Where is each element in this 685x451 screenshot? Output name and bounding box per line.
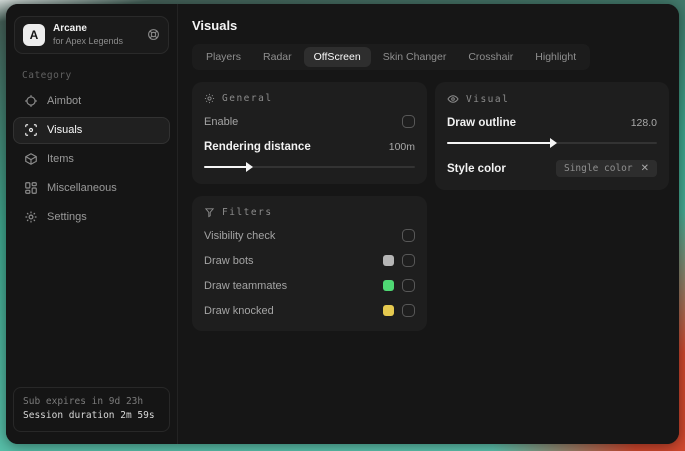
tab-highlight[interactable]: Highlight <box>525 47 586 67</box>
sidebar: A Arcane for Apex Legends Category Aimbo… <box>6 4 178 444</box>
filters-card: Filters Visibility check Draw bots Draw … <box>192 196 427 331</box>
tab-skin-changer[interactable]: Skin Changer <box>373 47 457 67</box>
tab-players[interactable]: Players <box>196 47 251 67</box>
draw-knocked-row: Draw knocked <box>204 303 415 318</box>
sidebar-item-label: Visuals <box>47 124 83 137</box>
visibility-check-label: Visibility check <box>204 229 276 242</box>
funnel-icon <box>204 207 215 218</box>
filters-card-title: Filters <box>222 207 273 218</box>
sidebar-item-aimbot[interactable]: Aimbot <box>13 88 170 115</box>
sidebar-item-miscellaneous[interactable]: Miscellaneous <box>13 175 170 202</box>
crosshair-icon <box>24 94 38 108</box>
sun-icon <box>204 93 215 104</box>
visibility-check-checkbox[interactable] <box>402 229 415 242</box>
general-card-title: General <box>222 93 273 104</box>
rendering-distance-label: Rendering distance <box>204 140 311 153</box>
sidebar-item-label: Aimbot <box>47 95 82 108</box>
sidebar-item-label: Items <box>47 153 74 166</box>
style-color-chip[interactable]: Single color ✕ <box>555 160 657 177</box>
tab-radar[interactable]: Radar <box>253 47 302 67</box>
draw-outline-slider[interactable] <box>447 138 657 148</box>
enable-checkbox[interactable] <box>402 115 415 128</box>
scan-eye-icon <box>24 123 38 137</box>
session-duration-text: Session duration 2m 59s <box>23 410 155 422</box>
draw-outline-label: Draw outline <box>447 116 517 129</box>
app-meta: Arcane for Apex Legends <box>53 23 123 47</box>
app-title: Arcane <box>53 23 87 34</box>
style-color-label: Style color <box>447 162 506 175</box>
draw-bots-color-swatch[interactable] <box>383 255 394 266</box>
rendering-distance-slider[interactable] <box>204 162 415 172</box>
draw-bots-checkbox[interactable] <box>402 254 415 267</box>
right-column: Visual Draw outline 128.0 Style color Si… <box>435 82 669 190</box>
draw-teammates-checkbox[interactable] <box>402 279 415 292</box>
draw-knocked-label: Draw knocked <box>204 304 274 317</box>
eye-icon <box>447 93 459 105</box>
slider-fill <box>204 166 249 168</box>
category-label: Category <box>22 69 72 81</box>
chip-close-icon[interactable]: ✕ <box>641 163 649 174</box>
draw-outline-value: 128.0 <box>630 116 657 129</box>
draw-knocked-color-swatch[interactable] <box>383 305 394 316</box>
draw-teammates-label: Draw teammates <box>204 279 288 292</box>
visual-card-title: Visual <box>466 93 510 105</box>
visual-card-header: Visual <box>447 93 657 105</box>
filters-card-header: Filters <box>204 207 415 218</box>
subscription-info: Sub expires in 9d 23h Session duration 2… <box>13 386 170 432</box>
draw-bots-row: Draw bots <box>204 253 415 268</box>
draw-outline-row: Draw outline 128.0 <box>447 115 657 130</box>
sidebar-item-label: Miscellaneous <box>47 182 117 195</box>
general-card: General Enable Rendering distance 100m <box>192 82 427 184</box>
page-title: Visuals <box>192 18 238 33</box>
box-icon <box>24 152 38 166</box>
sidebar-item-settings[interactable]: Settings <box>13 204 170 231</box>
general-card-header: General <box>204 93 415 104</box>
app-window: A Arcane for Apex Legends Category Aimbo… <box>6 4 679 444</box>
slider-fill <box>447 142 552 144</box>
main-panel: Visuals Players Radar OffScreen Skin Cha… <box>178 4 679 444</box>
layout-icon <box>24 181 38 195</box>
style-color-chip-label: Single color <box>563 163 633 174</box>
gear-icon <box>24 210 38 224</box>
sub-expires-text: Sub expires in 9d 23h <box>23 395 144 407</box>
tab-crosshair[interactable]: Crosshair <box>458 47 523 67</box>
sidebar-item-label: Settings <box>47 211 87 224</box>
visibility-check-row: Visibility check <box>204 228 415 243</box>
tab-offscreen[interactable]: OffScreen <box>303 47 371 67</box>
slider-thumb[interactable] <box>246 162 254 172</box>
sidebar-nav: Aimbot Visuals Items Miscellaneous Setti… <box>13 88 170 231</box>
rendering-distance-value: 100m <box>388 140 415 153</box>
sidebar-item-visuals[interactable]: Visuals <box>13 116 170 144</box>
rendering-distance-row: Rendering distance 100m <box>204 139 415 154</box>
app-header-card: A Arcane for Apex Legends <box>14 16 169 54</box>
content-area: General Enable Rendering distance 100m F… <box>192 82 669 331</box>
app-subtitle: for Apex Legends <box>53 35 124 46</box>
sidebar-item-items[interactable]: Items <box>13 146 170 173</box>
draw-teammates-row: Draw teammates <box>204 278 415 293</box>
draw-teammates-color-swatch[interactable] <box>383 280 394 291</box>
style-color-row: Style color Single color ✕ <box>447 160 657 177</box>
enable-row: Enable <box>204 114 415 129</box>
left-column: General Enable Rendering distance 100m F… <box>192 82 427 331</box>
draw-knocked-checkbox[interactable] <box>402 304 415 317</box>
draw-bots-label: Draw bots <box>204 254 254 267</box>
slider-thumb[interactable] <box>550 138 557 148</box>
app-logo: A <box>23 23 45 46</box>
enable-label: Enable <box>204 115 239 128</box>
visual-card: Visual Draw outline 128.0 Style color Si… <box>435 82 669 190</box>
tab-bar: Players Radar OffScreen Skin Changer Cro… <box>192 44 591 70</box>
target-icon[interactable] <box>147 28 160 41</box>
